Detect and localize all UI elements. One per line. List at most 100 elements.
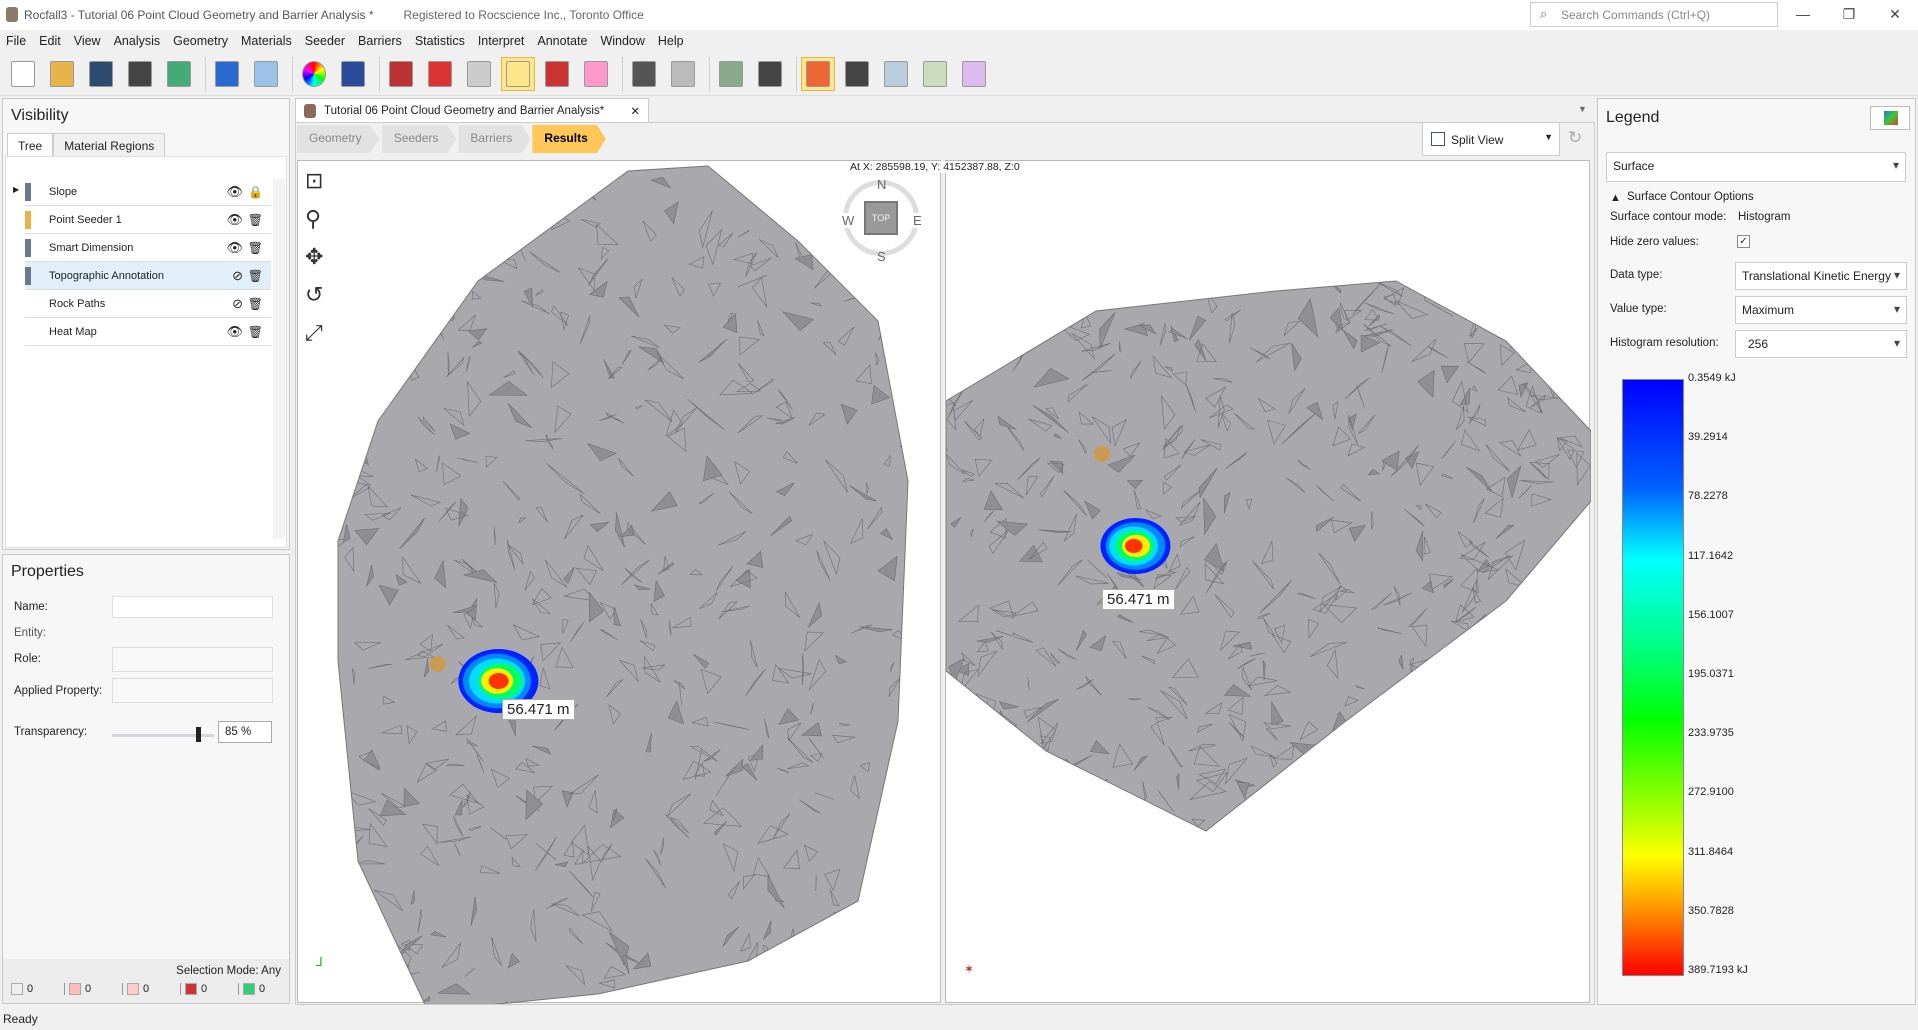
close-button[interactable]: ✕: [1872, 0, 1918, 30]
workflow-tab-results[interactable]: Results: [532, 125, 606, 153]
applied-property-select[interactable]: [112, 678, 273, 703]
menu-barriers[interactable]: Barriers: [358, 34, 402, 48]
eye-hidden-icon[interactable]: ⊘: [232, 296, 243, 312]
viewport-top[interactable]: [297, 160, 941, 1012]
trash-icon[interactable]: 🗑: [248, 241, 263, 255]
workflow-tab-barriers[interactable]: Barriers: [458, 125, 531, 153]
eye-icon[interactable]: 👁: [226, 324, 243, 340]
close-tab-icon[interactable]: ✕: [630, 104, 640, 118]
workflow-tab-seeders[interactable]: Seeders: [381, 125, 457, 153]
menu-edit[interactable]: Edit: [39, 34, 61, 48]
tree-item-slope[interactable]: Slope 👁 🔒: [25, 178, 271, 206]
legend-source-select[interactable]: Surface: [1606, 152, 1906, 182]
barrier-button[interactable]: [957, 57, 991, 91]
rock-path-icon: [845, 60, 869, 87]
eye-icon[interactable]: 👁: [226, 240, 243, 256]
transparency-slider-thumb[interactable]: [195, 727, 201, 742]
name-input[interactable]: [112, 596, 273, 618]
legend-settings-button[interactable]: [1870, 106, 1910, 130]
menu-statistics[interactable]: Statistics: [415, 34, 465, 48]
document-tab[interactable]: Tutorial 06 Point Cloud Geometry and Bar…: [295, 98, 649, 123]
search-commands-input[interactable]: Search Commands (Ctrl+Q): [1530, 2, 1778, 27]
heat-map-region: [488, 673, 509, 689]
flag-icon: [923, 60, 947, 87]
zoom-window-icon[interactable]: ⊡: [305, 168, 323, 194]
menu-file[interactable]: File: [6, 34, 26, 48]
save-button[interactable]: [84, 57, 118, 91]
tab-material-regions[interactable]: Material Regions: [53, 133, 166, 158]
trash-icon[interactable]: 🗑: [248, 325, 263, 339]
menu-view[interactable]: View: [74, 34, 101, 48]
data-type-select[interactable]: Translational Kinetic Energy: [1735, 262, 1907, 290]
hide-zero-checkbox[interactable]: ✓: [1737, 235, 1750, 248]
undo-button[interactable]: [210, 57, 244, 91]
selection-counts: 0 0 0 0 0: [7, 983, 297, 995]
tab-tree[interactable]: Tree: [7, 133, 54, 158]
trash-icon[interactable]: 🗑: [248, 269, 263, 283]
view-mode-select[interactable]: Split View ▼: [1422, 122, 1560, 156]
flag-button[interactable]: [918, 57, 952, 91]
tree-scrollbar[interactable]: [273, 179, 285, 539]
wireframe-cube-button[interactable]: [462, 57, 496, 91]
menu-materials[interactable]: Materials: [241, 34, 292, 48]
slope-profile-button[interactable]: [627, 57, 661, 91]
zoom-extents-icon[interactable]: ⤢: [305, 320, 323, 346]
transparency-spinbox[interactable]: 85 %: [218, 721, 272, 743]
pan-icon[interactable]: ✥: [305, 244, 323, 270]
value-type-select[interactable]: Maximum: [1735, 296, 1907, 324]
menu-interpret[interactable]: Interpret: [478, 34, 525, 48]
restore-button[interactable]: ❐: [1826, 0, 1872, 30]
lock-icon[interactable]: 🔒: [248, 185, 263, 199]
solid-red-cube-button[interactable]: [423, 57, 457, 91]
calculator-button[interactable]: [753, 57, 787, 91]
background-image-button[interactable]: [336, 57, 370, 91]
menu-window[interactable]: Window: [600, 34, 644, 48]
view-compass[interactable]: TOP N S W E: [842, 177, 922, 264]
tree-item-point-seeder-1[interactable]: Point Seeder 1 👁 🗑: [25, 206, 271, 234]
workflow-tab-geometry[interactable]: Geometry: [297, 125, 380, 153]
collapse-section-icon[interactable]: ▲: [1610, 192, 1621, 204]
tree-item-rock-paths[interactable]: Rock Paths ⊘ 🗑: [25, 290, 271, 318]
tab-list-dropdown-icon[interactable]: ▼: [1578, 104, 1587, 114]
section-header[interactable]: Surface Contour Options: [1627, 191, 1754, 203]
menu-geometry[interactable]: Geometry: [173, 34, 228, 48]
point-seeder-marker[interactable]: [430, 656, 446, 672]
viewport-perspective[interactable]: [945, 160, 1592, 1003]
compass-top-button[interactable]: TOP: [864, 201, 898, 235]
lock-select-button[interactable]: [540, 57, 574, 91]
menu-analysis[interactable]: Analysis: [114, 34, 161, 48]
edit-button[interactable]: [384, 57, 418, 91]
color-wheel-button[interactable]: [297, 57, 331, 91]
tree-item-smart-dimension[interactable]: Smart Dimension 👁 🗑: [25, 234, 271, 262]
trash-icon[interactable]: 🗑: [248, 297, 263, 311]
tree-item-topographic-annotation[interactable]: Topographic Annotation ⊘ 🗑: [25, 262, 271, 290]
new-file-button[interactable]: [6, 57, 40, 91]
menu-seeder[interactable]: Seeder: [305, 34, 345, 48]
report-button[interactable]: [162, 57, 196, 91]
heat-map-button[interactable]: [801, 56, 835, 91]
info-button[interactable]: [879, 57, 913, 91]
eye-hidden-icon[interactable]: ⊘: [232, 268, 243, 284]
clear-select-button[interactable]: [579, 57, 613, 91]
expand-arrow-icon[interactable]: ▶: [13, 185, 19, 194]
refresh-icon[interactable]: ↻: [1568, 128, 1582, 148]
menu-help[interactable]: Help: [658, 34, 684, 48]
histogram-resolution-select[interactable]: 256: [1735, 330, 1907, 358]
role-select[interactable]: [112, 647, 273, 672]
data-table-button[interactable]: [714, 57, 748, 91]
minimize-button[interactable]: —: [1780, 0, 1826, 30]
open-folder-button[interactable]: [45, 57, 79, 91]
rotate-icon[interactable]: ↺: [305, 282, 323, 308]
eye-icon[interactable]: 👁: [226, 184, 243, 200]
trash-icon[interactable]: 🗑: [248, 213, 263, 227]
zoom-icon[interactable]: ⚲: [305, 206, 323, 232]
print-button[interactable]: [123, 57, 157, 91]
rock-path-button[interactable]: [840, 57, 874, 91]
redo-button[interactable]: [249, 57, 283, 91]
point-seeder-marker[interactable]: [1094, 446, 1110, 462]
menu-annotate[interactable]: Annotate: [537, 34, 587, 48]
tree-item-heat-map[interactable]: Heat Map 👁 🗑: [25, 318, 271, 346]
eye-icon[interactable]: 👁: [226, 212, 243, 228]
export-button[interactable]: [666, 57, 700, 91]
box-select-button[interactable]: [501, 56, 535, 91]
